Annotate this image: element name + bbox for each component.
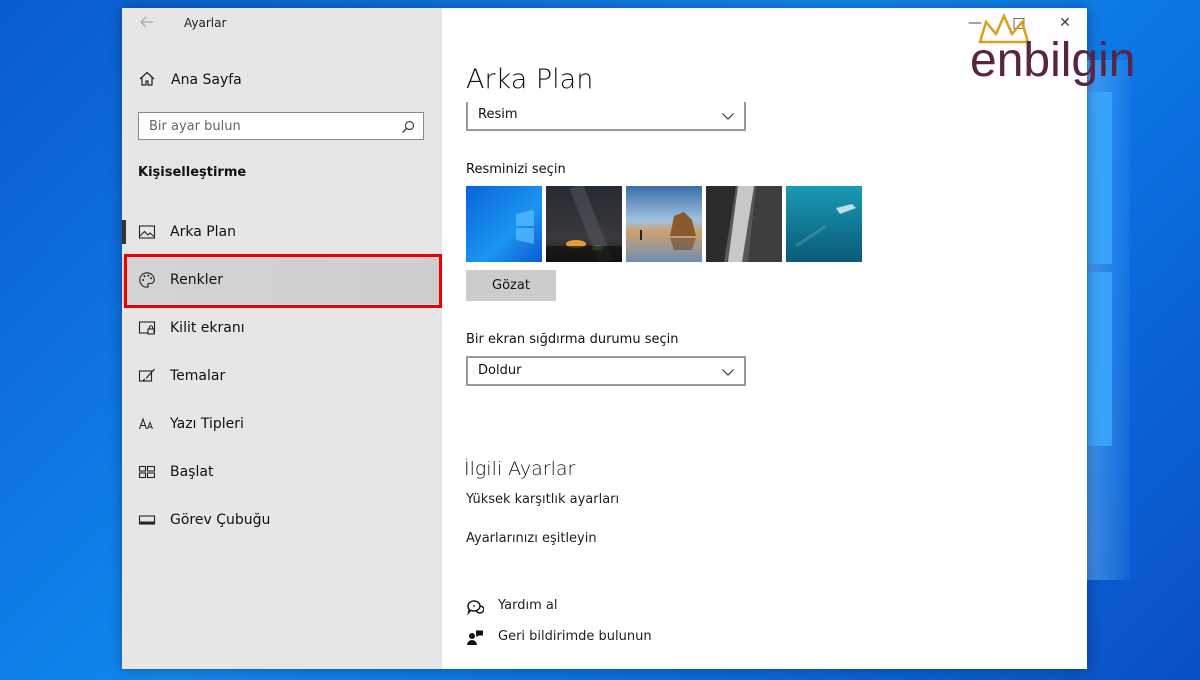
app-title: Ayarlar xyxy=(184,16,227,30)
help-chat-icon xyxy=(466,598,485,616)
search-box[interactable] xyxy=(138,112,424,140)
section-title: Kişiselleştirme xyxy=(138,165,247,180)
sidebar-item-themes[interactable]: Temalar xyxy=(122,352,442,400)
page-title: Arka Plan xyxy=(466,64,594,95)
sidebar-item-label: Temalar xyxy=(170,368,226,384)
desktop-logo-pane xyxy=(1088,92,1112,264)
search-input[interactable] xyxy=(149,117,389,135)
related-settings-title: İlgili Ayarlar xyxy=(464,458,576,480)
start-icon xyxy=(138,463,156,481)
browse-button[interactable]: Gözat xyxy=(466,270,556,301)
back-arrow-icon[interactable] xyxy=(139,14,155,30)
background-type-dropdown[interactable]: Resim xyxy=(466,102,746,131)
enbilgin-logo: enbilgin xyxy=(970,6,1192,87)
picture-thumb-night-sky[interactable] xyxy=(546,186,622,262)
active-indicator xyxy=(122,220,126,244)
taskbar-icon xyxy=(138,511,156,529)
svg-text:enbilgin: enbilgin xyxy=(970,34,1135,86)
chevron-down-icon xyxy=(721,108,735,122)
desktop-logo-pane xyxy=(1088,272,1112,446)
sidebar-item-fonts[interactable]: Yazı Tipleri xyxy=(122,400,442,448)
main-content: — □ ✕ Arka Plan Resim Resminizi seçin Gö… xyxy=(442,8,1087,669)
palette-icon xyxy=(138,271,156,289)
help-label: Yardım al xyxy=(498,598,558,613)
picture-thumb-windows[interactable] xyxy=(466,186,542,262)
dropdown-value: Resim xyxy=(478,107,518,122)
sidebar-item-label: Başlat xyxy=(170,464,214,480)
sidebar-item-label: Görev Çubuğu xyxy=(170,512,271,528)
picture-thumb-underwater[interactable] xyxy=(786,186,862,262)
settings-window: Ayarlar Ana Sayfa Kişiselleştirme Arka P… xyxy=(122,8,1087,669)
choose-picture-label: Resminizi seçin xyxy=(466,162,566,177)
fit-label: Bir ekran sığdırma durumu seçin xyxy=(466,332,679,347)
sidebar-item-taskbar[interactable]: Görev Çubuğu xyxy=(122,496,442,544)
fit-dropdown[interactable]: Doldur xyxy=(466,356,746,386)
font-icon xyxy=(138,415,156,433)
high-contrast-link[interactable]: Yüksek karşıtlık ayarları xyxy=(466,492,619,507)
home-icon xyxy=(138,70,156,88)
lock-screen-icon xyxy=(138,319,156,337)
sidebar-item-background[interactable]: Arka Plan xyxy=(122,208,442,256)
picture-thumb-beach-rocks[interactable] xyxy=(626,186,702,262)
sidebar-item-label: Renkler xyxy=(170,272,223,288)
sidebar: Ayarlar Ana Sayfa Kişiselleştirme Arka P… xyxy=(122,8,442,669)
image-icon xyxy=(138,223,156,241)
chevron-down-icon xyxy=(721,364,735,378)
picture-thumb-waterfall-cliff[interactable] xyxy=(706,186,782,262)
feedback-label: Geri bildirimde bulunun xyxy=(498,629,652,644)
search-icon[interactable] xyxy=(401,119,415,133)
sync-settings-link[interactable]: Ayarlarınızı eşitleyin xyxy=(466,531,597,546)
feedback-icon xyxy=(466,629,484,647)
home-label: Ana Sayfa xyxy=(171,72,242,88)
dropdown-value: Doldur xyxy=(478,363,522,378)
sidebar-item-colors[interactable]: Renkler xyxy=(122,256,442,304)
sidebar-item-lock-screen[interactable]: Kilit ekranı xyxy=(122,304,442,352)
brush-icon xyxy=(138,367,156,385)
sidebar-item-label: Kilit ekranı xyxy=(170,320,245,336)
home-link[interactable]: Ana Sayfa xyxy=(122,64,442,96)
sidebar-item-label: Yazı Tipleri xyxy=(170,416,244,432)
sidebar-item-label: Arka Plan xyxy=(170,224,237,240)
sidebar-item-start[interactable]: Başlat xyxy=(122,448,442,496)
